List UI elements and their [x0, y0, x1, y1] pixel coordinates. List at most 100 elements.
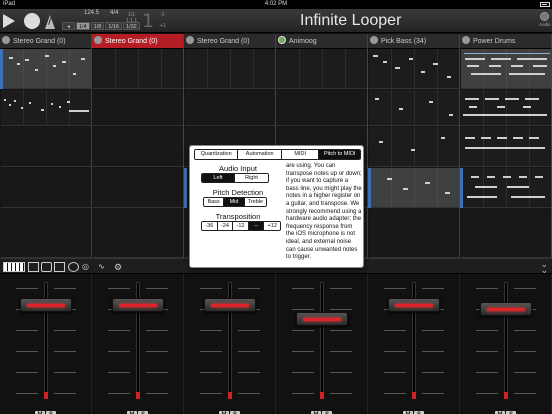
loop-clip[interactable]: [461, 168, 551, 208]
loop-clip[interactable]: [1, 49, 91, 89]
quantize-option[interactable]: 1/8: [90, 22, 105, 30]
fader-scale-tick: [330, 288, 352, 289]
transpose-none[interactable]: --: [248, 222, 265, 230]
quantize-left-arrow[interactable]: ◂: [62, 22, 75, 30]
pitch-detection-bass[interactable]: Bass: [204, 198, 225, 206]
transposition-selector: -36 -24 -12 -- +12: [201, 221, 281, 231]
empty-clip-slot[interactable]: [93, 127, 183, 167]
pitch-detection-mid[interactable]: Mid: [224, 198, 245, 206]
empty-clip-slot[interactable]: [461, 209, 551, 258]
pan-indicator[interactable]: [412, 392, 416, 399]
track-header[interactable]: Stereo Grand (0): [184, 34, 275, 49]
track-header[interactable]: Power Drums: [460, 34, 551, 49]
fader-scale-tick: [16, 351, 38, 352]
loop-clip[interactable]: [369, 127, 459, 167]
grid-view-icon[interactable]: [41, 262, 52, 272]
empty-clip-slot[interactable]: [1, 168, 91, 208]
animoog-app-icon[interactable]: [278, 36, 286, 44]
fader-scale-tick: [108, 372, 130, 373]
fader-scale-tick: [422, 393, 444, 394]
volume-fader[interactable]: [480, 302, 532, 317]
quantize-option[interactable]: 1/4: [76, 22, 90, 30]
fader-scale-tick: [514, 393, 536, 394]
pan-indicator[interactable]: [320, 392, 324, 399]
audio-settings-button[interactable]: Audio: [539, 12, 551, 30]
fader-scale-tick: [384, 288, 406, 289]
empty-clip-slot[interactable]: [93, 90, 183, 126]
collapse-chevron-icon[interactable]: ⌄ ⌄: [540, 260, 548, 275]
record-mode-icon[interactable]: [68, 262, 79, 272]
empty-clip-slot[interactable]: [93, 168, 183, 208]
length-plus[interactable]: +1: [160, 23, 166, 29]
tab-midi[interactable]: MIDI: [281, 150, 320, 159]
audio-input-left[interactable]: Left: [202, 174, 236, 182]
tab-quantization[interactable]: Quantization: [195, 150, 239, 159]
volume-fader[interactable]: [296, 311, 348, 326]
track-name: Stereo Grand (0): [13, 38, 66, 45]
loop-clip[interactable]: [461, 90, 551, 126]
pan-indicator[interactable]: [44, 392, 48, 399]
loop-clip[interactable]: [93, 49, 183, 89]
fader-scale-tick: [238, 393, 260, 394]
loop-clip[interactable]: [369, 49, 459, 89]
pan-indicator[interactable]: [228, 392, 232, 399]
loop-clip[interactable]: [277, 49, 367, 89]
fader-scale-tick: [514, 288, 536, 289]
pan-indicator[interactable]: [136, 392, 140, 399]
empty-clip-slot[interactable]: [185, 90, 275, 126]
track-header[interactable]: Pick Bass (34): [368, 34, 459, 49]
gear-icon[interactable]: [94, 36, 102, 44]
mixer-strip: MS: [0, 274, 92, 414]
audio-input-right[interactable]: Right: [235, 174, 268, 182]
empty-clip-slot[interactable]: [277, 90, 367, 126]
volume-fader[interactable]: [112, 298, 164, 313]
loop-clip[interactable]: [461, 49, 551, 89]
track-name: Stereo Grand (0): [197, 38, 250, 45]
empty-clip-slot[interactable]: [93, 209, 183, 258]
length-minus[interactable]: -1: [160, 12, 164, 18]
gear-icon[interactable]: [2, 36, 10, 44]
transpose-minus-12[interactable]: -12: [233, 222, 249, 230]
volume-fader[interactable]: [388, 298, 440, 313]
transpose-minus-24[interactable]: -24: [217, 222, 234, 230]
tab-pitch-to-midi[interactable]: Pitch to MIDI: [319, 150, 360, 159]
empty-clip-slot[interactable]: [1, 209, 91, 258]
loop-clip[interactable]: [185, 49, 275, 89]
track-header[interactable]: Stereo Grand (0): [92, 34, 183, 49]
loop-clip[interactable]: [369, 90, 459, 126]
settings-gear-icon[interactable]: ⚙: [114, 262, 124, 272]
fader-scale-tick: [16, 393, 38, 394]
loop-clip[interactable]: [1, 90, 91, 126]
time-signature[interactable]: 4/4: [110, 10, 118, 16]
volume-fader[interactable]: [20, 298, 72, 313]
quantize-option[interactable]: 1/16: [105, 22, 123, 30]
pitch-detection-treble[interactable]: Treble: [244, 198, 266, 206]
gear-icon[interactable]: [462, 36, 470, 44]
tempo-display[interactable]: 124.5: [84, 10, 99, 16]
track-header[interactable]: Animoog: [276, 34, 367, 49]
gear-icon[interactable]: [186, 36, 194, 44]
gear-icon[interactable]: [370, 36, 378, 44]
track-header[interactable]: Stereo Grand (0): [0, 34, 91, 49]
loop-clip[interactable]: [461, 127, 551, 167]
keyboard-icon[interactable]: [3, 262, 25, 272]
pitch-to-midi-popover: Quantization Automation MIDI Pitch to MI…: [189, 145, 364, 268]
fader-scale-tick: [16, 330, 38, 331]
empty-clip-slot[interactable]: [369, 209, 459, 258]
tab-automation[interactable]: Automation: [238, 150, 282, 159]
image-icon[interactable]: [54, 262, 65, 272]
play-icon[interactable]: [3, 14, 15, 28]
pan-indicator[interactable]: [504, 392, 508, 399]
empty-clip-slot[interactable]: [1, 127, 91, 167]
fader-scale-tick: [330, 351, 352, 352]
record-button[interactable]: [24, 13, 40, 29]
metronome-icon[interactable]: [45, 13, 55, 29]
loop-clip[interactable]: [369, 168, 459, 208]
clip-view-icon[interactable]: [28, 262, 39, 272]
eye-icon[interactable]: ◎: [82, 262, 94, 272]
waveform-icon[interactable]: ∿: [98, 262, 110, 272]
transpose-minus-36[interactable]: -36: [202, 222, 218, 230]
volume-fader[interactable]: [204, 298, 256, 313]
fader-scale-tick: [238, 351, 260, 352]
transpose-plus-12[interactable]: +12: [264, 222, 280, 230]
